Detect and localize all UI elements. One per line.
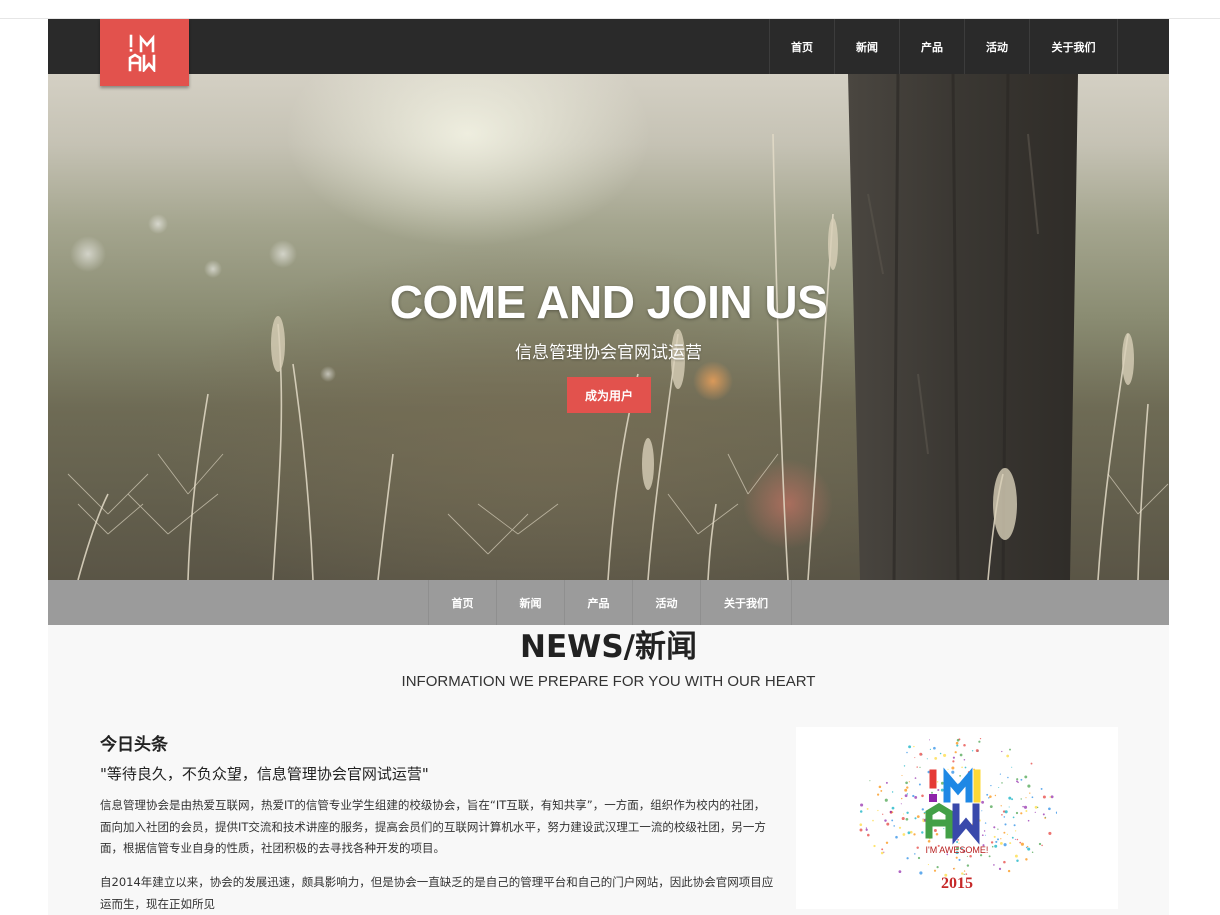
news-paragraph: 信息管理协会是由热爱互联网，热爱IT的信管专业学生组建的校级协会，旨在“IT互联… — [100, 798, 766, 855]
hero-title: COME AND JOIN US — [389, 276, 828, 328]
im-aw-logo-icon — [128, 33, 155, 72]
secondary-nav: 首页 新闻 产品 活动 关于我们 — [428, 580, 792, 625]
main-nav: 首页 新闻 产品 活动 关于我们 — [769, 19, 1118, 74]
hero-subtitle: 信息管理协会官网试运营 — [515, 343, 702, 363]
subnav-item-events[interactable]: 活动 — [633, 580, 701, 625]
image-caption: I'M AWESOME! — [926, 845, 989, 855]
top-navbar: 首页 新闻 产品 活动 关于我们 — [48, 19, 1169, 74]
become-user-button[interactable]: 成为用户 — [567, 377, 651, 413]
page-frame: 首页 新闻 产品 活动 关于我们 COME AND JOIN US 信息管理协会… — [48, 19, 1169, 915]
subnav-item-products[interactable]: 产品 — [565, 580, 633, 625]
nav-item-home[interactable]: 首页 — [770, 19, 835, 74]
news-section-title: NEWS/新闻 — [520, 629, 697, 665]
subnav-item-about[interactable]: 关于我们 — [701, 580, 792, 625]
news-section-subtitle: INFORMATION WE PREPARE FOR YOU WITH OUR … — [401, 673, 816, 690]
nav-item-products[interactable]: 产品 — [900, 19, 965, 74]
nav-item-news[interactable]: 新闻 — [835, 19, 900, 74]
headline-label: 今日头条 — [100, 735, 168, 755]
subnav-item-home[interactable]: 首页 — [429, 580, 497, 625]
secondary-navbar: 首页 新闻 产品 活动 关于我们 — [48, 580, 1169, 625]
subnav-item-news[interactable]: 新闻 — [497, 580, 565, 625]
hero-banner: COME AND JOIN US 信息管理协会官网试运营 成为用户 — [48, 74, 1169, 580]
news-paragraph: 自2014年建立以来，协会的发展迅速，颇具影响力，但是协会一直缺乏的是自己的管理… — [100, 875, 774, 911]
im-awesome-2015-graphic: I'M AWESOME! 2015 — [859, 737, 1057, 892]
site-logo[interactable] — [100, 19, 189, 86]
nav-item-about[interactable]: 关于我们 — [1030, 19, 1118, 74]
headline-title[interactable]: "等待良久，不负众望，信息管理协会官网试运营" — [100, 763, 429, 784]
nav-item-events[interactable]: 活动 — [965, 19, 1030, 74]
image-year: 2015 — [941, 875, 973, 892]
news-image[interactable]: I'M AWESOME! 2015 — [796, 727, 1118, 909]
